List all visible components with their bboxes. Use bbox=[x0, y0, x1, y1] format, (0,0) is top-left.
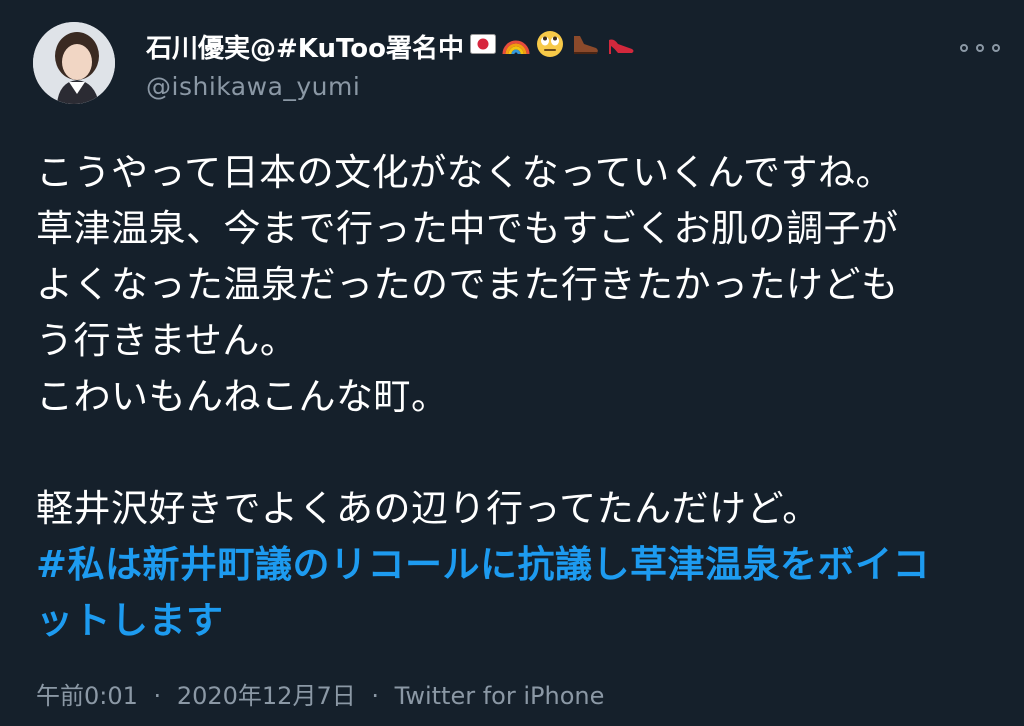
tweet-header: 石川優実@#KuToo署名中 @ishikawa_yumi bbox=[146, 26, 946, 101]
meta-separator: · bbox=[371, 682, 379, 710]
tweet-text-line: 軽井沢好きでよくあの辺り行ってたんだけど。 bbox=[36, 487, 820, 530]
tweet: 石川優実@#KuToo署名中 @ishikawa_yumi こうやって日本の文化… bbox=[0, 0, 1024, 726]
tweet-time[interactable]: 午前0:01 bbox=[36, 682, 138, 710]
display-name[interactable]: 石川優実@#KuToo署名中 bbox=[146, 28, 464, 65]
rolling-eyes-emoji-icon bbox=[536, 30, 564, 62]
hashtag-link[interactable]: ットします bbox=[36, 593, 1006, 649]
more-dot-icon bbox=[976, 44, 984, 52]
avatar-image bbox=[33, 22, 115, 104]
tweet-metadata: 午前0:01 · 2020年12月7日 · Twitter for iPhone bbox=[36, 676, 604, 711]
meta-separator: · bbox=[153, 682, 162, 710]
high-heel-icon bbox=[606, 32, 636, 60]
user-handle[interactable]: @ishikawa_yumi bbox=[146, 72, 946, 101]
tweet-text-line: よくなった温泉だったのでまた行きたかったけども bbox=[36, 263, 899, 306]
more-dot-icon bbox=[960, 44, 968, 52]
tweet-text-line: 草津温泉、今まで行った中でもすごくお肌の調子が bbox=[36, 207, 899, 250]
more-dot-icon bbox=[992, 44, 1000, 52]
rainbow-icon bbox=[502, 33, 530, 59]
tweet-source[interactable]: Twitter for iPhone bbox=[395, 682, 605, 710]
tweet-date[interactable]: 2020年12月7日 bbox=[177, 682, 356, 710]
japan-flag-icon bbox=[470, 34, 496, 58]
avatar[interactable] bbox=[33, 22, 115, 104]
tweet-text-line: こうやって日本の文化がなくなっていくんですね。 bbox=[36, 151, 893, 194]
tweet-text-line: こわいもんねこんな町。 bbox=[36, 375, 449, 418]
mans-shoe-icon bbox=[570, 32, 600, 60]
tweet-text: こうやって日本の文化がなくなっていくんですね。 草津温泉、今まで行った中でもすご… bbox=[36, 145, 1006, 649]
tweet-text-line: う行きません。 bbox=[36, 319, 298, 362]
more-options-button[interactable] bbox=[960, 36, 1000, 60]
display-name-row: 石川優実@#KuToo署名中 bbox=[146, 26, 946, 66]
hashtag-link[interactable]: #私は新井町議のリコールに抗議し草津温泉をボイコ bbox=[36, 537, 1006, 593]
